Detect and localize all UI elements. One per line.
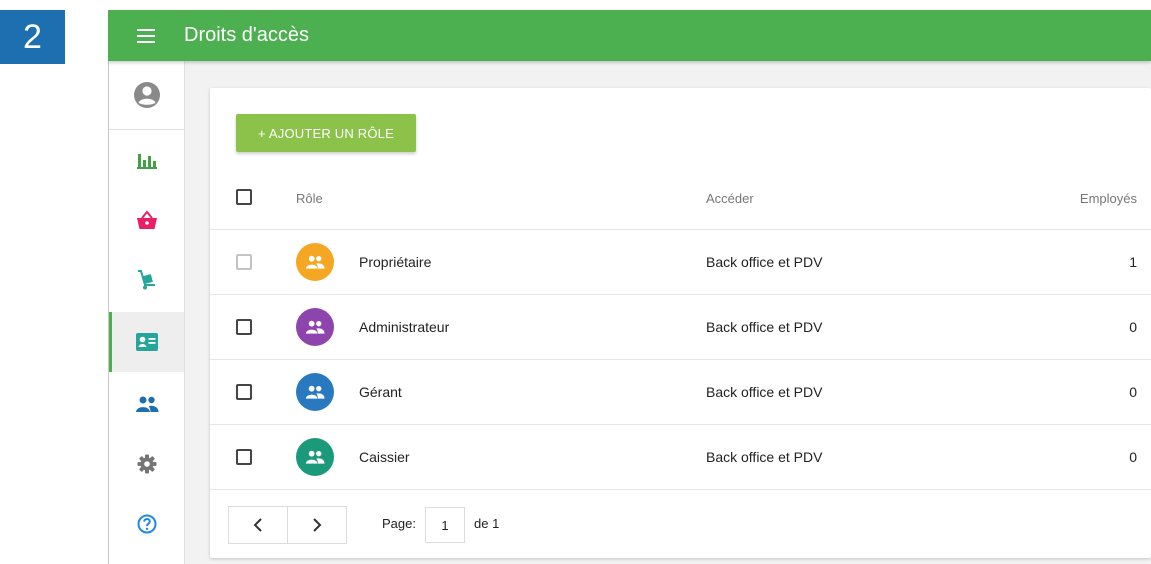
page-total: de 1 (474, 516, 500, 531)
basket-icon (136, 210, 157, 229)
people-icon (305, 255, 325, 269)
sidebar-item-customers[interactable] (109, 376, 184, 432)
role-employee-count: 1 (1129, 254, 1137, 270)
table-row[interactable]: Gérant Back office et PDV 0 (210, 360, 1151, 425)
role-access: Back office et PDV (706, 319, 823, 335)
chevron-right-icon (313, 518, 322, 532)
table-header: Rôle Accéder Employés (210, 167, 1151, 230)
pagination-controls (228, 506, 347, 544)
sidebar (108, 61, 185, 564)
column-header-employees[interactable]: Employés (1080, 191, 1137, 206)
row-checkbox[interactable] (236, 449, 252, 465)
role-employee-count: 0 (1129, 384, 1137, 400)
select-all-checkbox[interactable] (236, 189, 252, 205)
role-avatar (296, 243, 334, 281)
column-header-role[interactable]: Rôle (296, 191, 323, 206)
sidebar-item-inventory[interactable] (109, 252, 184, 308)
sidebar-item-help[interactable] (109, 496, 184, 552)
page-label: Page: (382, 516, 416, 531)
sidebar-item-employees[interactable] (109, 312, 184, 372)
table-row[interactable]: Caissier Back office et PDV 0 (210, 425, 1151, 490)
gear-icon (137, 454, 156, 474)
people-icon (305, 320, 325, 334)
role-name: Administrateur (359, 319, 450, 335)
hand-truck-icon (137, 270, 155, 290)
role-avatar (296, 438, 334, 476)
roles-card: + AJOUTER UN RÔLE Rôle Accéder Employés … (210, 88, 1151, 558)
table-row[interactable]: Propriétaire Back office et PDV 1 (210, 230, 1151, 295)
app-window: Droits d'accès + AJOUTER UN RÔLE Rôle Ac… (108, 10, 1151, 564)
add-role-button-label: + AJOUTER UN RÔLE (258, 125, 394, 141)
role-employee-count: 0 (1129, 319, 1137, 335)
row-checkbox[interactable] (236, 384, 252, 400)
sidebar-divider (109, 129, 184, 130)
people-icon (135, 396, 158, 412)
people-icon (305, 450, 325, 464)
badge-icon (135, 333, 158, 351)
role-access: Back office et PDV (706, 449, 823, 465)
chevron-left-icon (253, 518, 262, 532)
sidebar-item-reports[interactable] (109, 132, 184, 188)
menu-button[interactable] (108, 10, 184, 61)
previous-page-button[interactable] (229, 507, 287, 543)
account-circle-icon (133, 82, 160, 108)
role-employee-count: 0 (1129, 449, 1137, 465)
sidebar-item-account[interactable] (109, 67, 184, 123)
role-avatar (296, 373, 334, 411)
role-name: Caissier (359, 449, 410, 465)
page-number-input[interactable]: 1 (425, 507, 465, 543)
bar-chart-icon (136, 154, 157, 169)
people-icon (305, 385, 325, 399)
role-access: Back office et PDV (706, 254, 823, 270)
role-name: Propriétaire (359, 254, 432, 270)
step-number-badge: 2 (0, 10, 65, 64)
role-avatar (296, 308, 334, 346)
column-header-access[interactable]: Accéder (706, 191, 754, 206)
row-checkbox (236, 254, 252, 270)
table-row[interactable]: Administrateur Back office et PDV 0 (210, 295, 1151, 360)
top-bar: Droits d'accès (108, 10, 1151, 61)
role-access: Back office et PDV (706, 384, 823, 400)
sidebar-item-settings[interactable] (109, 436, 184, 492)
role-name: Gérant (359, 384, 402, 400)
help-icon (137, 514, 156, 534)
next-page-button[interactable] (287, 507, 346, 543)
page-title: Droits d'accès (184, 24, 309, 46)
sidebar-item-sales[interactable] (109, 192, 184, 248)
add-role-button[interactable]: + AJOUTER UN RÔLE (236, 114, 416, 152)
hamburger-menu-icon (137, 28, 155, 43)
row-checkbox[interactable] (236, 319, 252, 335)
